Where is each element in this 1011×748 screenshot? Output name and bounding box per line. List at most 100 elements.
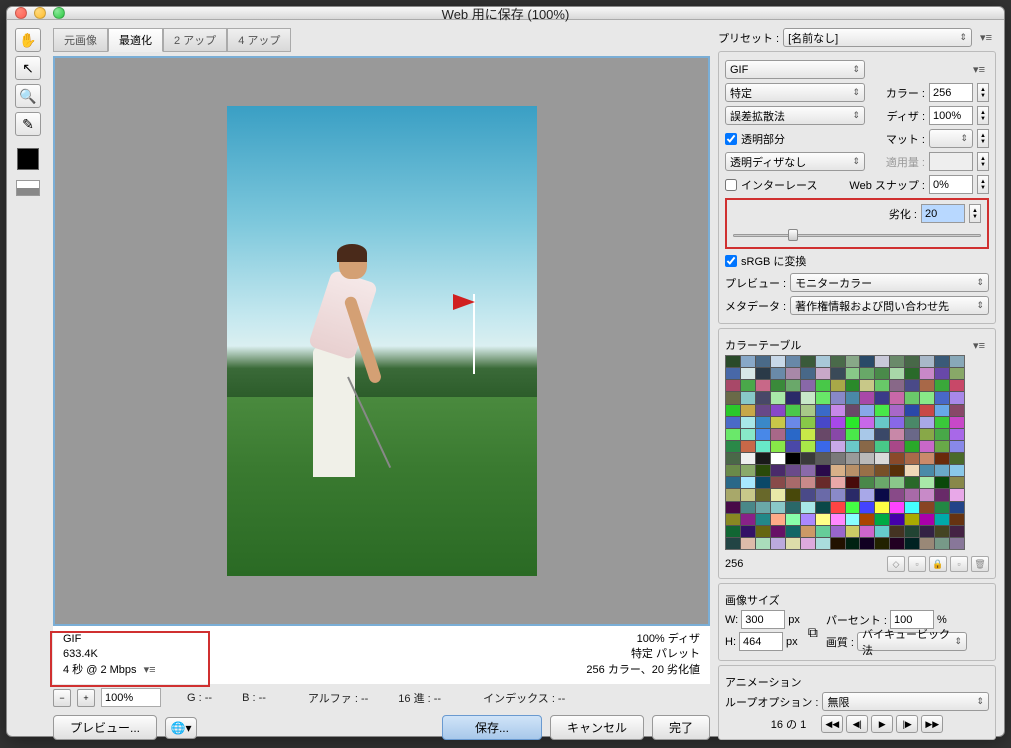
color-swatch[interactable]	[771, 489, 785, 500]
color-swatch[interactable]	[890, 502, 904, 513]
color-swatch[interactable]	[875, 477, 889, 488]
color-swatch[interactable]	[860, 465, 874, 476]
color-swatch[interactable]	[846, 489, 860, 500]
color-swatch[interactable]	[726, 465, 740, 476]
color-swatch[interactable]	[786, 441, 800, 452]
color-swatch[interactable]	[786, 465, 800, 476]
color-swatch[interactable]	[890, 368, 904, 379]
cancel-button[interactable]: キャンセル	[550, 715, 644, 740]
ct-new-icon[interactable]: ▫	[950, 556, 968, 572]
color-swatch[interactable]	[816, 441, 830, 452]
color-swatch[interactable]	[801, 514, 815, 525]
color-swatch[interactable]	[860, 453, 874, 464]
color-swatch[interactable]	[905, 489, 919, 500]
color-swatch[interactable]	[875, 441, 889, 452]
color-swatch[interactable]	[846, 526, 860, 537]
color-swatch[interactable]	[831, 453, 845, 464]
color-swatch[interactable]	[890, 429, 904, 440]
color-swatch[interactable]	[890, 392, 904, 403]
color-swatch[interactable]	[831, 538, 845, 549]
slice-select-tool[interactable]: ↖	[15, 56, 41, 80]
color-swatch[interactable]	[726, 489, 740, 500]
color-swatch[interactable]	[741, 392, 755, 403]
color-swatch[interactable]	[756, 465, 770, 476]
color-swatch[interactable]	[756, 356, 770, 367]
color-swatch[interactable]	[786, 453, 800, 464]
first-frame-button[interactable]: ◀◀	[821, 715, 843, 733]
color-swatch[interactable]	[890, 489, 904, 500]
color-swatch[interactable]	[935, 538, 949, 549]
color-swatch[interactable]	[950, 477, 964, 488]
color-swatch[interactable]	[935, 417, 949, 428]
colors-stepper[interactable]: ▲▼	[977, 83, 989, 102]
color-swatch[interactable]	[920, 392, 934, 403]
colortable-menu-icon[interactable]: ▾≡	[969, 339, 989, 352]
color-swatch[interactable]	[920, 380, 934, 391]
color-swatch[interactable]	[920, 514, 934, 525]
color-swatch[interactable]	[831, 526, 845, 537]
color-swatch[interactable]	[786, 405, 800, 416]
color-swatch[interactable]	[920, 526, 934, 537]
color-swatch[interactable]	[831, 417, 845, 428]
color-swatch[interactable]	[950, 441, 964, 452]
tab-optimized[interactable]: 最適化	[108, 28, 163, 52]
color-swatch[interactable]	[801, 405, 815, 416]
color-swatch[interactable]	[905, 368, 919, 379]
color-swatch[interactable]	[890, 453, 904, 464]
quality-select[interactable]: バイキュービック法	[857, 632, 967, 651]
preset-select[interactable]: [名前なし]	[783, 28, 972, 47]
color-swatch[interactable]	[920, 502, 934, 513]
color-swatch[interactable]	[860, 538, 874, 549]
color-swatch[interactable]	[935, 489, 949, 500]
color-swatch[interactable]	[831, 489, 845, 500]
color-swatch[interactable]	[935, 392, 949, 403]
color-swatch[interactable]	[771, 526, 785, 537]
matte-select[interactable]	[929, 129, 973, 148]
zoom-tool[interactable]: 🔍	[15, 84, 41, 108]
color-swatch[interactable]	[950, 429, 964, 440]
color-swatch[interactable]	[771, 538, 785, 549]
color-swatch[interactable]	[771, 514, 785, 525]
prev-frame-button[interactable]: ◀|	[846, 715, 868, 733]
color-swatch[interactable]	[816, 514, 830, 525]
color-swatch[interactable]	[860, 368, 874, 379]
color-swatch[interactable]	[860, 405, 874, 416]
color-swatch[interactable]	[875, 380, 889, 391]
zoom-in-button[interactable]: +	[77, 689, 95, 707]
color-swatch[interactable]	[726, 453, 740, 464]
color-swatch[interactable]	[801, 417, 815, 428]
slice-visibility-toggle[interactable]	[16, 180, 40, 196]
color-swatch[interactable]	[860, 489, 874, 500]
color-swatch[interactable]	[786, 538, 800, 549]
color-swatch[interactable]	[875, 356, 889, 367]
preview-area[interactable]	[53, 56, 710, 626]
preview-button[interactable]: プレビュー...	[53, 715, 157, 740]
color-swatch[interactable]	[771, 502, 785, 513]
color-swatch[interactable]	[756, 453, 770, 464]
color-swatch[interactable]	[935, 526, 949, 537]
color-swatch[interactable]	[756, 392, 770, 403]
last-frame-button[interactable]: ▶▶	[921, 715, 943, 733]
color-swatch[interactable]	[801, 526, 815, 537]
color-swatch[interactable]	[801, 538, 815, 549]
color-swatch[interactable]	[786, 477, 800, 488]
color-swatch[interactable]	[846, 477, 860, 488]
color-swatch[interactable]	[831, 392, 845, 403]
color-swatch[interactable]	[771, 429, 785, 440]
dither-select[interactable]: 誤差拡散法	[725, 106, 865, 125]
color-swatch[interactable]	[786, 429, 800, 440]
play-button[interactable]: ▶	[871, 715, 893, 733]
matte-stepper[interactable]: ▲▼	[977, 129, 989, 148]
websnap-field[interactable]	[929, 175, 973, 194]
color-swatch[interactable]	[816, 368, 830, 379]
color-swatch[interactable]	[726, 441, 740, 452]
color-swatch[interactable]	[726, 429, 740, 440]
color-swatch[interactable]	[920, 465, 934, 476]
color-swatch[interactable]	[726, 477, 740, 488]
color-swatch[interactable]	[756, 417, 770, 428]
color-swatch[interactable]	[756, 514, 770, 525]
color-swatch[interactable]	[741, 514, 755, 525]
color-swatch[interactable]	[935, 514, 949, 525]
link-icon[interactable]: ⧉	[808, 624, 818, 641]
color-swatch[interactable]	[816, 417, 830, 428]
